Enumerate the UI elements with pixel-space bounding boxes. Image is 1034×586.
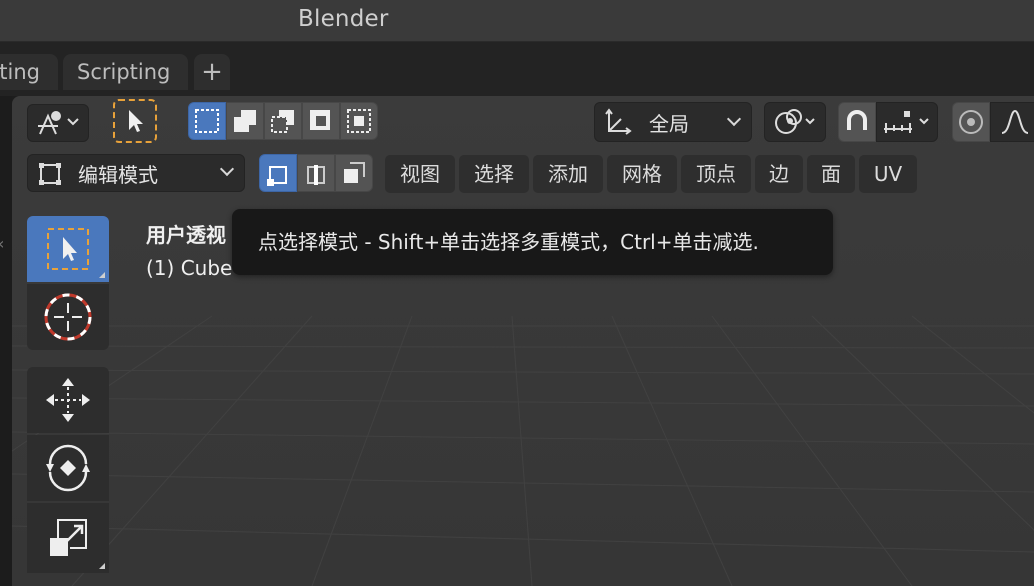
- edit-mode-icon: [39, 163, 61, 185]
- selection-box-tool-button[interactable]: [113, 99, 157, 143]
- menu-add[interactable]: 添加: [533, 155, 603, 193]
- select-subtract-icon: [271, 110, 294, 133]
- select-mode-intersect-button[interactable]: [340, 102, 378, 140]
- pivot-point-icon: [775, 109, 815, 134]
- pivot-point-dropdown[interactable]: [764, 102, 826, 142]
- chevron-down-icon: [726, 111, 742, 127]
- select-new-icon: [195, 109, 219, 133]
- select-cursor-icon: [129, 110, 143, 132]
- object-interaction-button[interactable]: [27, 104, 89, 142]
- tool-scale[interactable]: [27, 503, 109, 573]
- proportional-falloff-dropdown[interactable]: [990, 102, 1034, 142]
- menu-edge[interactable]: 边: [755, 155, 803, 193]
- menu-select[interactable]: 选择: [459, 155, 529, 193]
- workspace-tab-scripting[interactable]: Scripting: [63, 54, 188, 90]
- view-name-label: 用户透视: [146, 223, 226, 247]
- snap-target-dropdown[interactable]: [876, 102, 938, 142]
- select-mode-new-button[interactable]: [188, 102, 226, 140]
- title-bar: Blender: [0, 0, 1034, 42]
- workspace-tab-bar: ting Scripting +: [0, 42, 1034, 96]
- rotate-icon: [46, 444, 90, 492]
- face-select-mode-button[interactable]: [335, 154, 373, 192]
- falloff-curve-icon: [1001, 109, 1029, 134]
- tool-cursor[interactable]: [27, 284, 109, 350]
- vertex-select-icon: [267, 166, 287, 186]
- tool-select-box[interactable]: [27, 216, 109, 282]
- snap-toggle-button[interactable]: [838, 102, 876, 142]
- tool-variants-indicator: [99, 563, 105, 569]
- select-intersect-icon: [347, 109, 371, 133]
- proportional-editing-icon: [959, 110, 983, 134]
- select-mode-subtract-button[interactable]: [264, 102, 302, 140]
- tool-variants-indicator: [99, 272, 105, 278]
- mode-dropdown[interactable]: 编辑模式: [27, 154, 245, 192]
- viewport-header-top: 全局: [12, 96, 1034, 150]
- face-select-icon: [344, 162, 365, 183]
- menu-mesh[interactable]: 网格: [607, 155, 677, 193]
- 3d-cursor-icon: [44, 293, 92, 341]
- tool-rotate[interactable]: [27, 435, 109, 501]
- transform-orientation-dropdown[interactable]: 全局: [594, 102, 752, 142]
- orientation-label: 全局: [649, 111, 689, 136]
- select-mode-extend-button[interactable]: [226, 102, 264, 140]
- edge-select-mode-button[interactable]: [297, 154, 335, 192]
- proportional-editing-toggle[interactable]: [952, 102, 990, 142]
- menu-face[interactable]: 面: [807, 155, 855, 193]
- select-cursor-icon: [47, 228, 89, 270]
- select-extend-icon: [234, 110, 256, 132]
- menu-view[interactable]: 视图: [385, 155, 455, 193]
- active-object-label: (1) Cube: [146, 256, 233, 280]
- transform-pivot-icon: [38, 111, 79, 135]
- left-edge-strip: ‹: [0, 96, 12, 586]
- select-invert-icon: [310, 110, 330, 130]
- scale-icon: [50, 519, 87, 556]
- select-mode-invert-button[interactable]: [302, 102, 340, 140]
- menu-vertex[interactable]: 顶点: [681, 155, 751, 193]
- tooltip: 点选择模式 - Shift+单击选择多重模式，Ctrl+单击减选.: [232, 209, 833, 275]
- magnet-icon: [847, 110, 867, 130]
- chevron-down-icon: [219, 161, 235, 177]
- viewport-header-bottom: 编辑模式 视图 选择 添加 网格 顶点 边 面 UV: [12, 150, 1034, 198]
- vertex-select-mode-button[interactable]: [259, 154, 297, 192]
- add-workspace-button[interactable]: +: [194, 54, 230, 90]
- edge-select-icon: [307, 165, 325, 185]
- collapse-chevron-icon[interactable]: ‹: [0, 234, 4, 253]
- mode-label: 编辑模式: [78, 162, 158, 187]
- move-icon: [46, 378, 90, 422]
- tool-move[interactable]: [27, 367, 109, 433]
- menu-uv[interactable]: UV: [859, 155, 917, 193]
- snap-increment-icon: [884, 111, 929, 133]
- window-title: Blender: [298, 6, 389, 32]
- workspace-tab-partial[interactable]: ting: [0, 54, 58, 90]
- orientation-axes-icon: [605, 108, 632, 135]
